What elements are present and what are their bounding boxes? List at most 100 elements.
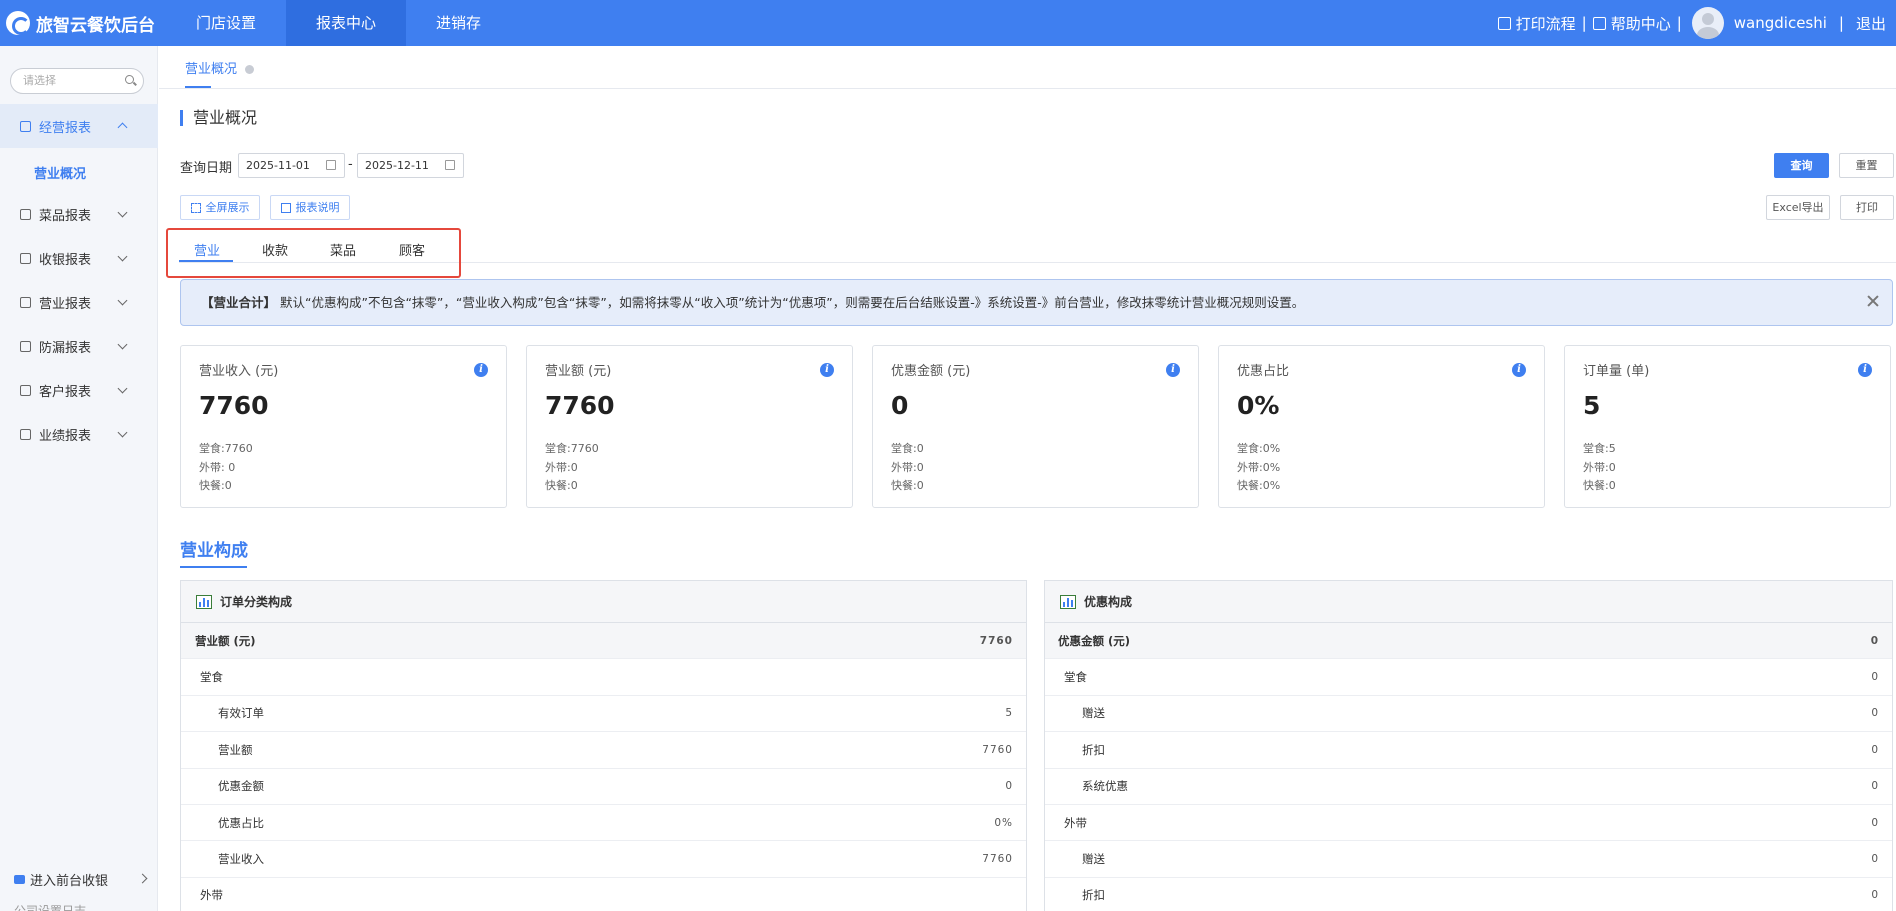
stat-card-line: 堂食:0% [1237,442,1281,455]
report-desc-label: 报表说明 [295,201,340,214]
calendar-icon[interactable] [445,160,455,170]
end-date-input[interactable]: 2025-12-11 [357,153,464,178]
stat-card-order-count: 订单量 (单) i 5 堂食:5 外带:0 快餐:0 [1564,345,1891,508]
composition-title: 营业构成 [180,541,248,561]
print-button[interactable]: 打印 [1840,195,1894,220]
stat-card-title: 营业额 (元) [545,364,612,379]
sidebar-item-performance-report[interactable]: 业绩报表 [0,412,158,456]
print-flow-icon [1497,16,1511,30]
dish-report-icon [20,208,31,220]
panel-title: 优惠构成 [1084,595,1133,609]
row-value: 0 [1871,853,1879,866]
date-label: 查询日期 [180,161,233,176]
sidebar-item-business-report[interactable]: 营业报表 [0,280,158,324]
sidebar-item-cashier-report[interactable]: 收银报表 [0,236,158,280]
excel-export-button[interactable]: Excel导出 [1766,195,1830,220]
row-label: 折扣 [1082,888,1105,903]
avatar[interactable] [1691,7,1724,39]
order-category-panel: 订单分类构成 营业额 (元) 7760 堂食 有效订单 5 营业额 7760 优惠金额… [180,580,1027,911]
info-icon[interactable]: i [474,363,488,377]
app-title: 旅智云餐饮后台 [36,15,155,36]
active-tab-indicator [179,260,233,262]
sidebar-item-label: 经营报表 [39,120,92,136]
sidebar-cut-item[interactable]: 公司设置日志 [14,902,86,911]
topnav-store-settings[interactable]: 门店设置 [166,0,286,46]
logout-link[interactable]: 退出 [1856,13,1886,34]
row-value: 7760 [982,743,1013,756]
info-icon[interactable]: i [1858,363,1872,377]
cashier-report-icon [20,252,31,264]
sidebar-item-operation-report[interactable]: 经营报表 [0,104,158,148]
query-button[interactable]: 查询 [1774,153,1829,178]
start-date-input[interactable]: 2025-11-01 [238,153,345,178]
stat-card-discount-amount: 优惠金额 (元) i 0 堂食:0 外带:0 快餐:0 [872,345,1199,508]
table-row: 有效订单 5 [181,696,1026,733]
notice-title: 【营业合计】 [201,295,277,310]
close-icon[interactable] [245,65,255,74]
row-value: 0 [1871,889,1879,902]
reset-button[interactable]: 重置 [1839,153,1894,178]
search-icon[interactable] [125,75,134,84]
enter-cashier-label: 进入前台收银 [30,874,109,889]
print-flow-label: 打印流程 [1515,14,1576,33]
report-icon [20,120,31,132]
sidebar-item-leak-report[interactable]: 防漏报表 [0,324,158,368]
separator: | [1676,14,1682,32]
row-label: 赠送 [1082,852,1105,867]
sidebar-item-customer-report[interactable]: 客户报表 [0,368,158,412]
calendar-icon[interactable] [326,160,336,170]
stat-card-value: 7760 [545,391,615,420]
separator: | [1581,14,1587,32]
row-label: 系统优惠 [1082,779,1128,794]
notice-banner: 【营业合计】 默认“优惠构成”不包含“抹零”，“营业收入构成”包含“抹零”，如需… [180,279,1893,326]
help-center-icon [1592,16,1606,30]
stat-card-value: 7760 [199,391,269,420]
table-row: 赠送 0 [1045,696,1892,733]
composition-underline [180,566,247,568]
table-row: 赠送 0 [1045,841,1892,878]
topnav-report-center[interactable]: 报表中心 [286,0,407,46]
chevron-down-icon [117,339,128,350]
topnav-inventory[interactable]: 进销存 [406,0,511,46]
close-icon[interactable] [1866,294,1880,308]
row-value: 0 [1871,816,1879,829]
tab-payment[interactable]: 收款 [262,240,288,259]
customer-report-icon [20,384,31,396]
enter-cashier-link[interactable]: 进入前台收银 [14,870,148,889]
info-icon[interactable]: i [1512,363,1526,377]
sidebar-item-label: 菜品报表 [39,208,92,224]
leak-report-icon [20,340,31,352]
table-row: 系统优惠 0 [1045,769,1892,805]
brand[interactable]: 旅智云餐饮后台 [0,11,166,36]
tab-customer[interactable]: 顾客 [399,240,425,259]
row-value: 0 [1870,634,1879,647]
page-title: 营业概况 [180,110,257,126]
tab-business[interactable]: 营业 [194,240,220,259]
stat-card-title: 订单量 (单) [1583,364,1650,379]
report-desc-button[interactable]: 报表说明 [270,195,350,220]
row-label: 优惠占比 [218,815,264,830]
page-tab-business-overview[interactable]: 营业概况 [185,58,255,77]
stat-card-line: 外带:0 [1583,461,1616,474]
info-icon[interactable]: i [820,363,834,377]
chevron-down-icon [117,251,128,262]
table-row: 优惠占比 0% [181,805,1026,842]
stat-card-value: 5 [1583,391,1601,420]
tab-dish[interactable]: 菜品 [330,240,356,259]
print-flow-link[interactable]: 打印流程 [1497,13,1576,34]
sidebar-subitem-business-overview[interactable]: 营业概况 [34,163,86,182]
monitor-icon [14,875,25,884]
date-range-dash: - [348,157,353,172]
username[interactable]: wangdiceshi [1734,14,1827,32]
row-value: 0 [1871,671,1879,684]
stat-card-line: 堂食:0 [891,442,924,455]
info-icon[interactable]: i [1166,363,1180,377]
chevron-down-icon [117,427,128,438]
sidebar-item-dish-report[interactable]: 菜品报表 [0,192,158,236]
fullscreen-label: 全屏展示 [205,201,250,214]
fullscreen-button[interactable]: 全屏展示 [180,195,260,220]
help-center-link[interactable]: 帮助中心 [1592,13,1671,34]
panel-title: 订单分类构成 [220,595,293,609]
table-row: 外带 [181,878,1026,911]
sidebar-search-input[interactable]: 请选择 [10,68,144,94]
